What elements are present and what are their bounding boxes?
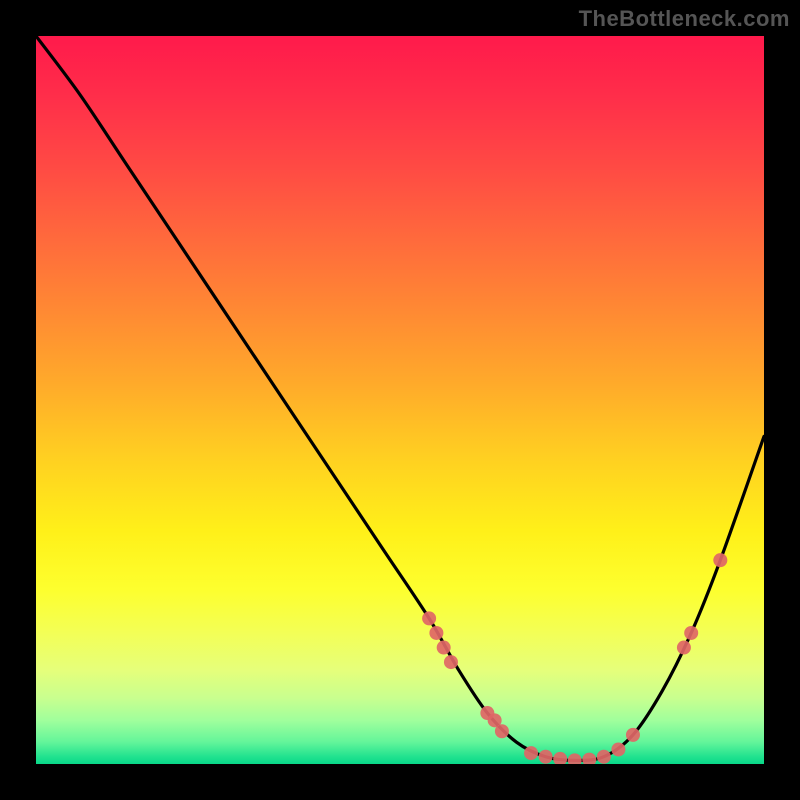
data-marker (437, 641, 451, 655)
data-marker (495, 724, 509, 738)
data-marker (568, 753, 582, 764)
data-marker (429, 626, 443, 640)
data-marker (539, 750, 553, 764)
chart-frame: TheBottleneck.com (0, 0, 800, 800)
bottleneck-curve-path (36, 36, 764, 760)
data-marker (444, 655, 458, 669)
marker-group (422, 553, 727, 764)
data-marker (582, 753, 596, 764)
data-marker (611, 742, 625, 756)
watermark-text: TheBottleneck.com (579, 6, 790, 32)
data-marker (684, 626, 698, 640)
data-marker (422, 611, 436, 625)
data-marker (713, 553, 727, 567)
curve-layer (36, 36, 764, 764)
plot-area (36, 36, 764, 764)
data-marker (553, 752, 567, 764)
data-marker (597, 750, 611, 764)
data-marker (524, 746, 538, 760)
data-marker (626, 728, 640, 742)
data-marker (677, 641, 691, 655)
